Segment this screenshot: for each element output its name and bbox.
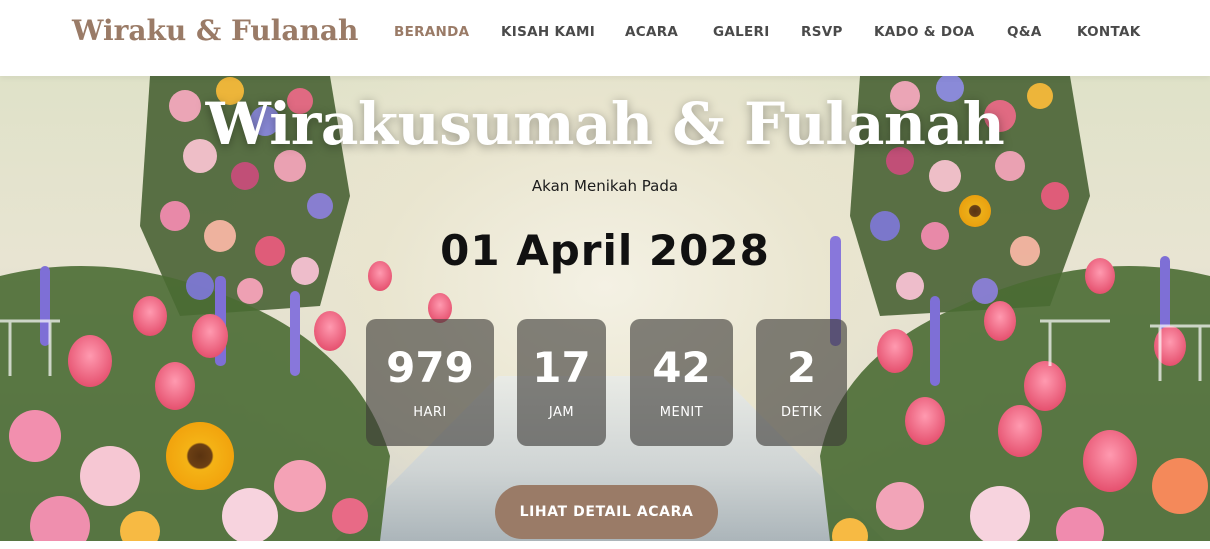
countdown-minutes-value: 42: [652, 343, 711, 392]
countdown-hours-value: 17: [532, 343, 591, 392]
wedding-date: 01 April 2028: [440, 226, 770, 275]
nav-item-galeri[interactable]: GALERI: [713, 24, 770, 40]
nav-item-rsvp[interactable]: RSVP: [801, 24, 843, 40]
page-bottom-strip: [0, 541, 1210, 549]
countdown-days-label: HARI: [413, 405, 447, 420]
countdown-days-value: 979: [386, 343, 474, 392]
site-header: Wiraku & Fulanah BERANDA KISAH KAMI ACAR…: [0, 0, 1210, 76]
event-details-button[interactable]: LIHAT DETAIL ACARA: [495, 485, 718, 539]
nav-item-kado-doa[interactable]: KADO & DOA: [874, 24, 975, 40]
couple-names-title: Wirakusumah & Fulanah: [205, 90, 1005, 158]
countdown-seconds-label: DETIK: [780, 405, 823, 420]
countdown-seconds: 2 DETIK: [756, 319, 847, 446]
nav-item-qa[interactable]: Q&A: [1007, 24, 1042, 40]
nav-item-acara[interactable]: ACARA: [625, 24, 678, 40]
countdown-days: 979 HARI: [366, 319, 494, 446]
nav-item-beranda[interactable]: BERANDA: [394, 24, 469, 40]
hero-subtitle: Akan Menikah Pada: [531, 177, 679, 195]
countdown-hours-label: JAM: [548, 405, 575, 420]
countdown-seconds-value: 2: [786, 343, 817, 392]
countdown-minutes-label: MENIT: [659, 405, 704, 420]
nav-item-kontak[interactable]: KONTAK: [1077, 24, 1141, 40]
main-nav: BERANDA KISAH KAMI ACARA GALERI RSVP KAD…: [0, 24, 1210, 44]
hero-section: Wirakusumah & Fulanah Akan Menikah Pada …: [0, 76, 1210, 541]
nav-item-kisah-kami[interactable]: KISAH KAMI: [501, 24, 595, 40]
countdown-minutes: 42 MENIT: [630, 319, 733, 446]
countdown-hours: 17 JAM: [517, 319, 606, 446]
